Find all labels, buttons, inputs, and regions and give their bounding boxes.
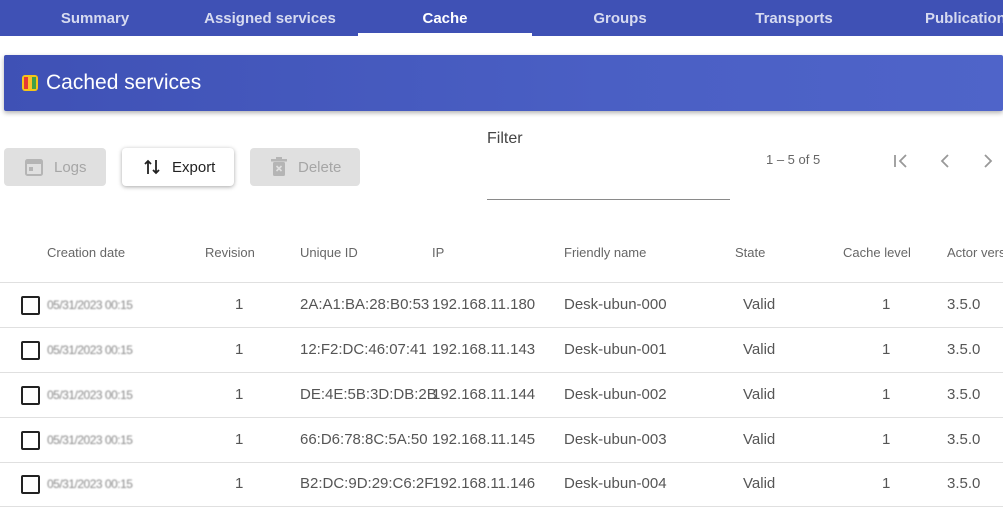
actor-version-cell: 3.5.0 — [947, 341, 981, 358]
logs-button[interactable]: Logs — [4, 148, 106, 186]
tab-summary[interactable]: Summary — [8, 0, 182, 36]
row-checkbox[interactable] — [21, 386, 40, 405]
calendar-icon — [25, 159, 43, 176]
tab-cache[interactable]: Cache — [358, 0, 532, 36]
tab-bar: Summary Assigned services Cache Groups T… — [0, 0, 1003, 36]
actor-version-cell: 3.5.0 — [947, 386, 981, 403]
cache-level-cell: 1 — [882, 296, 891, 313]
column-unique-id[interactable]: Unique ID — [300, 245, 358, 260]
filter-label: Filter — [487, 130, 523, 147]
cache-level-cell: 1 — [882, 386, 891, 403]
trash-icon — [271, 157, 287, 176]
revision-cell: 1 — [235, 341, 244, 358]
creation-date-cell: 05/31/2023 00:15 — [47, 477, 133, 491]
table-row[interactable]: 05/31/2023 00:15 1 2A:A1:BA:28:B0:53 192… — [0, 283, 1003, 328]
section-header: Cached services — [4, 55, 1003, 111]
state-cell: Valid — [743, 341, 776, 358]
cache-level-cell: 1 — [882, 431, 891, 448]
unique-id-cell: 12:F2:DC:46:07:41 — [300, 341, 427, 358]
tab-assigned-services[interactable]: Assigned services — [183, 0, 357, 36]
sort-arrows-icon — [144, 159, 160, 175]
cache-level-cell: 1 — [882, 475, 891, 492]
column-state[interactable]: State — [735, 245, 765, 260]
revision-cell: 1 — [235, 475, 244, 492]
table-row[interactable]: 05/31/2023 00:15 1 66:D6:78:8C:5A:50 192… — [0, 418, 1003, 463]
table-row[interactable]: 05/31/2023 00:15 1 DE:4E:5B:3D:DB:2B 192… — [0, 373, 1003, 418]
table-row[interactable]: 05/31/2023 00:15 1 12:F2:DC:46:07:41 192… — [0, 328, 1003, 373]
revision-cell: 1 — [235, 296, 244, 313]
revision-cell: 1 — [235, 431, 244, 448]
unique-id-cell: 2A:A1:BA:28:B0:53 — [300, 296, 430, 313]
state-cell: Valid — [743, 296, 776, 313]
state-cell: Valid — [743, 431, 776, 448]
state-cell: Valid — [743, 475, 776, 492]
table-row[interactable]: 05/31/2023 00:15 1 B2:DC:9D:29:C6:2F 192… — [0, 462, 1003, 507]
filter-input[interactable] — [487, 150, 730, 200]
actor-version-cell: 3.5.0 — [947, 296, 981, 313]
delete-button[interactable]: Delete — [250, 148, 360, 186]
first-page-icon[interactable] — [888, 148, 914, 174]
ip-cell: 192.168.11.143 — [432, 341, 536, 358]
logs-label: Logs — [54, 158, 87, 176]
friendly-name-cell: Desk-ubun-003 — [564, 431, 667, 448]
unique-id-cell: B2:DC:9D:29:C6:2F — [300, 475, 434, 492]
previous-page-icon[interactable] — [932, 148, 958, 174]
page-title: Cached services — [46, 71, 202, 94]
unique-id-cell: 66:D6:78:8C:5A:50 — [300, 431, 428, 448]
export-button[interactable]: Export — [122, 148, 234, 186]
ip-cell: 192.168.11.146 — [432, 475, 536, 492]
creation-date-cell: 05/31/2023 00:15 — [47, 343, 133, 357]
creation-date-cell: 05/31/2023 00:15 — [47, 388, 133, 402]
tab-transports[interactable]: Transports — [707, 0, 881, 36]
tab-groups[interactable]: Groups — [533, 0, 707, 36]
creation-date-cell: 05/31/2023 00:15 — [47, 298, 133, 312]
row-checkbox[interactable] — [21, 341, 40, 360]
column-friendly-name[interactable]: Friendly name — [564, 245, 646, 260]
creation-date-cell: 05/31/2023 00:15 — [47, 433, 133, 447]
actor-version-cell: 3.5.0 — [947, 475, 981, 492]
table-header: Creation date Revision Unique ID IP Frie… — [0, 235, 1003, 283]
ip-cell: 192.168.11.180 — [432, 296, 536, 313]
pagination-range: 1 – 5 of 5 — [766, 152, 821, 167]
state-cell: Valid — [743, 386, 776, 403]
ip-cell: 192.168.11.144 — [432, 386, 536, 403]
column-actor-version[interactable]: Actor version — [947, 245, 1003, 260]
tab-publications[interactable]: Publications — [881, 0, 1003, 36]
row-checkbox[interactable] — [21, 296, 40, 315]
row-checkbox[interactable] — [21, 475, 40, 494]
ip-cell: 192.168.11.145 — [432, 431, 536, 448]
cache-level-cell: 1 — [882, 341, 891, 358]
friendly-name-cell: Desk-ubun-001 — [564, 341, 667, 358]
friendly-name-cell: Desk-ubun-000 — [564, 296, 667, 313]
delete-label: Delete — [298, 158, 342, 176]
row-checkbox[interactable] — [21, 431, 40, 450]
column-ip[interactable]: IP — [432, 245, 444, 260]
cache-logo-icon — [22, 75, 38, 91]
next-page-icon[interactable] — [975, 148, 1001, 174]
actor-version-cell: 3.5.0 — [947, 431, 981, 448]
friendly-name-cell: Desk-ubun-004 — [564, 475, 667, 492]
column-creation-date[interactable]: Creation date — [47, 245, 125, 260]
column-cache-level[interactable]: Cache level — [843, 245, 911, 260]
column-revision[interactable]: Revision — [205, 245, 255, 260]
export-label: Export — [172, 158, 216, 176]
revision-cell: 1 — [235, 386, 244, 403]
friendly-name-cell: Desk-ubun-002 — [564, 386, 667, 403]
unique-id-cell: DE:4E:5B:3D:DB:2B — [300, 386, 437, 403]
